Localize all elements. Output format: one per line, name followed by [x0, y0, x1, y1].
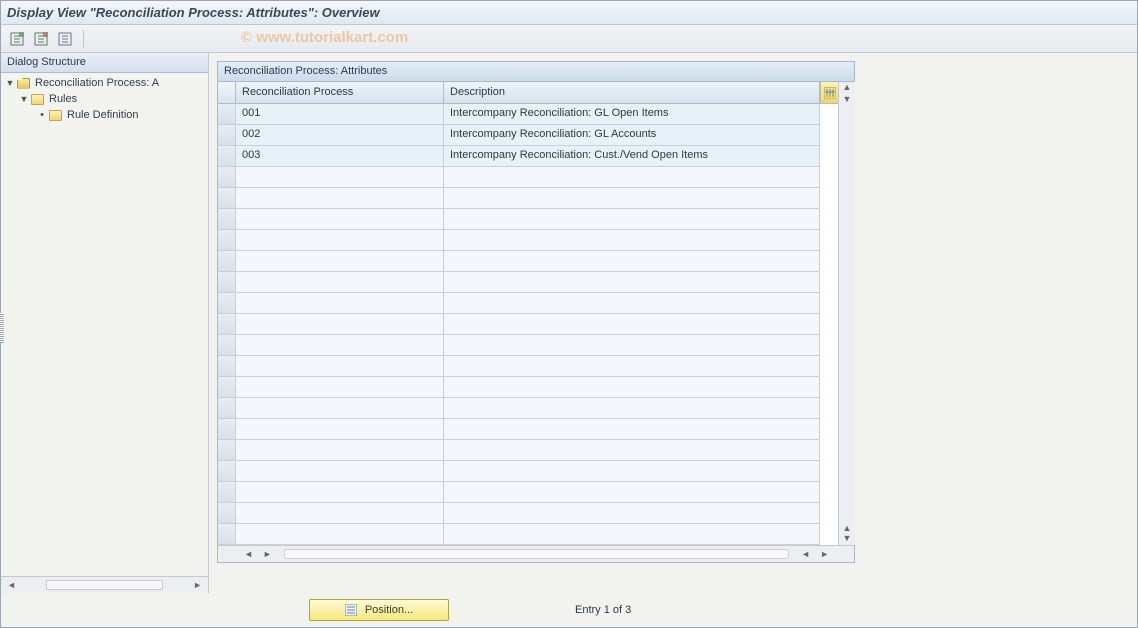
- scroll-down-icon[interactable]: ▼: [839, 533, 856, 543]
- table-row-empty: [218, 356, 838, 377]
- folder-open-icon: [17, 78, 30, 89]
- table-row-empty: [218, 230, 838, 251]
- tree-node-rule-definition[interactable]: • Rule Definition: [1, 107, 208, 123]
- app-frame: Display View "Reconciliation Process: At…: [0, 0, 1138, 628]
- scroll-right-icon[interactable]: ►: [189, 580, 206, 590]
- cell-process: 003: [236, 146, 444, 167]
- page-title: Display View "Reconciliation Process: At…: [7, 5, 380, 20]
- row-selector[interactable]: [218, 125, 236, 146]
- table-row[interactable]: 003 Intercompany Reconciliation: Cust./V…: [218, 146, 838, 167]
- scroll-left-icon[interactable]: ◄: [797, 549, 814, 559]
- grid-body: Reconciliation Process Description 001 I…: [218, 82, 838, 545]
- scroll-left-icon[interactable]: ◄: [3, 580, 20, 590]
- collapse-all-button[interactable]: [31, 29, 51, 49]
- row-selector[interactable]: [218, 146, 236, 167]
- sidebar-title: Dialog Structure: [1, 53, 208, 73]
- table-row-empty: [218, 314, 838, 335]
- position-icon: [345, 604, 357, 616]
- table-minus-icon: [34, 32, 48, 46]
- table-row-empty: [218, 188, 838, 209]
- tree-label: Rule Definition: [67, 109, 139, 121]
- table-row-empty: [218, 209, 838, 230]
- scroll-left-icon[interactable]: ◄: [240, 549, 257, 559]
- tree-bullet-icon: •: [37, 109, 47, 121]
- grid-title: Reconciliation Process: Attributes: [218, 62, 854, 82]
- cell-description: Intercompany Reconciliation: Cust./Vend …: [444, 146, 820, 167]
- folder-icon: [31, 94, 44, 105]
- scroll-up-icon[interactable]: ▲: [839, 523, 856, 533]
- expand-all-button[interactable]: [7, 29, 27, 49]
- tree-toggle-icon[interactable]: ▼: [19, 94, 29, 104]
- entry-status-text: Entry 1 of 3: [575, 604, 631, 616]
- footer-bar: Position... Entry 1 of 3: [1, 593, 1137, 627]
- folder-icon: [49, 110, 62, 121]
- table-row-empty: [218, 524, 838, 545]
- main-panel-area: Reconciliation Process: Attributes Recon…: [209, 53, 1137, 593]
- tree-toggle-icon[interactable]: ▼: [5, 78, 15, 88]
- table-row-empty: [218, 335, 838, 356]
- tree-label: Reconciliation Process: A: [35, 77, 159, 89]
- content-area: Dialog Structure ▼ Reconciliation Proces…: [1, 53, 1137, 593]
- scroll-down-icon[interactable]: ▼: [839, 94, 856, 104]
- table-settings-icon: [824, 87, 836, 99]
- scroll-right-icon[interactable]: ►: [816, 549, 833, 559]
- grid-hscrollbar[interactable]: ◄ ► ◄ ►: [218, 545, 854, 562]
- sidebar-hscrollbar[interactable]: ◄ ►: [1, 576, 208, 593]
- cell-process: 001: [236, 104, 444, 125]
- tree-node-rules[interactable]: ▼ Rules: [1, 91, 208, 107]
- table-row-empty: [218, 503, 838, 524]
- row-selector[interactable]: [218, 104, 236, 125]
- tree-node-root[interactable]: ▼ Reconciliation Process: A: [1, 75, 208, 91]
- tree-label: Rules: [49, 93, 77, 105]
- table-row-empty: [218, 482, 838, 503]
- splitter-handle[interactable]: [0, 313, 4, 343]
- tree: ▼ Reconciliation Process: A ▼ Rules • Ru…: [1, 73, 208, 576]
- print-button[interactable]: [55, 29, 75, 49]
- grid-select-all[interactable]: [218, 82, 236, 104]
- table-row-empty: [218, 398, 838, 419]
- grid-header-process[interactable]: Reconciliation Process: [236, 82, 444, 104]
- watermark-text: © www.tutorialkart.com: [241, 29, 408, 46]
- table-plus-icon: [10, 32, 24, 46]
- grid-header-description[interactable]: Description: [444, 82, 820, 104]
- cell-description: Intercompany Reconciliation: GL Open Ite…: [444, 104, 820, 125]
- dialog-structure-sidebar: Dialog Structure ▼ Reconciliation Proces…: [1, 53, 209, 593]
- title-bar: Display View "Reconciliation Process: At…: [1, 1, 1137, 25]
- grid-vscrollbar[interactable]: ▲ ▼ ▲ ▼: [838, 82, 855, 545]
- table-row-empty: [218, 419, 838, 440]
- table-row-empty: [218, 377, 838, 398]
- table-row[interactable]: 001 Intercompany Reconciliation: GL Open…: [218, 104, 838, 125]
- table-row-empty: [218, 461, 838, 482]
- table-row-empty: [218, 440, 838, 461]
- scroll-up-icon[interactable]: ▲: [839, 82, 856, 92]
- toolbar-separator: [83, 30, 84, 48]
- table-icon: [58, 32, 72, 46]
- grid-configure-button[interactable]: [820, 82, 838, 104]
- toolbar: © www.tutorialkart.com: [1, 25, 1137, 53]
- cell-process: 002: [236, 125, 444, 146]
- hscroll-thumb[interactable]: [46, 580, 163, 590]
- position-button-label: Position...: [365, 604, 413, 616]
- table-row-empty: [218, 251, 838, 272]
- cell-description: Intercompany Reconciliation: GL Accounts: [444, 125, 820, 146]
- table-row-empty: [218, 272, 838, 293]
- grid-panel: Reconciliation Process: Attributes Recon…: [217, 61, 855, 563]
- position-button[interactable]: Position...: [309, 599, 449, 621]
- grid-header-row: Reconciliation Process Description: [218, 82, 838, 104]
- hscroll-track[interactable]: [284, 549, 789, 559]
- table-row-empty: [218, 293, 838, 314]
- table-row[interactable]: 002 Intercompany Reconciliation: GL Acco…: [218, 125, 838, 146]
- scroll-right-icon[interactable]: ►: [259, 549, 276, 559]
- table-row-empty: [218, 167, 838, 188]
